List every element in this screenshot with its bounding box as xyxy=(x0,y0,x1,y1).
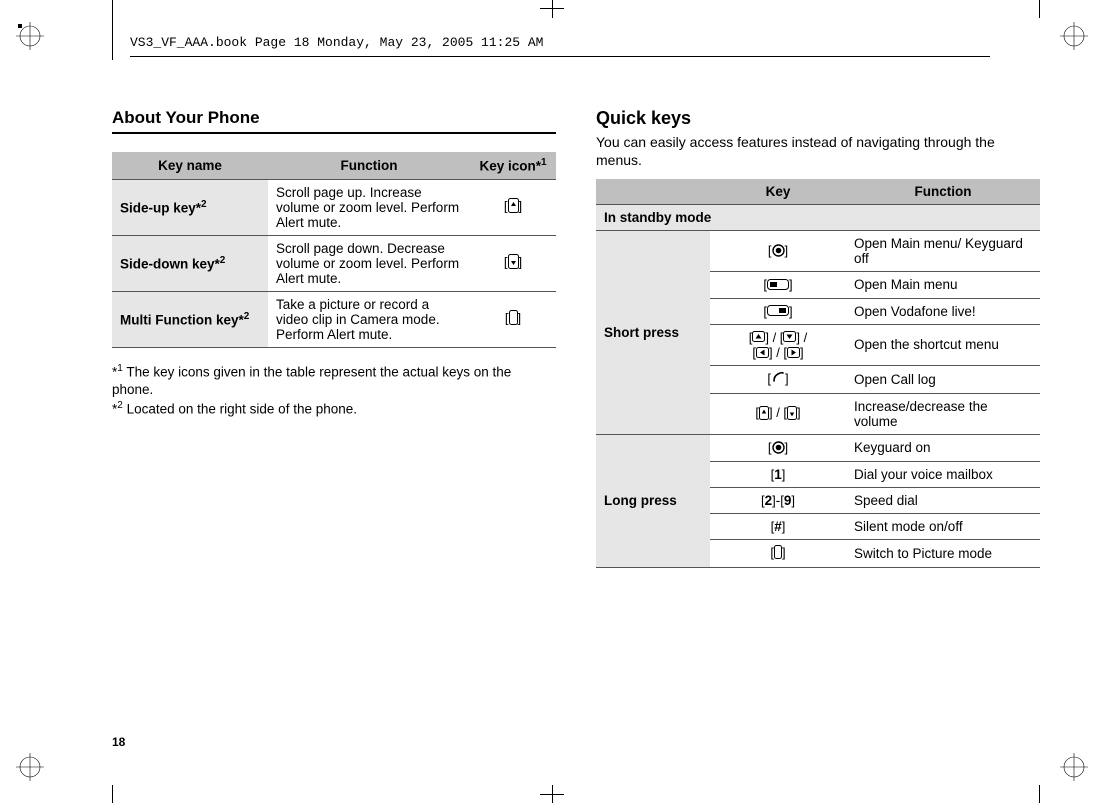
cell-side-down-fn: Scroll page down. Decrease volume or zoo… xyxy=(268,235,470,291)
crop-mark xyxy=(1039,0,1040,18)
multi-function-key-icon xyxy=(774,545,782,562)
fn-open-main: Open Main menu xyxy=(846,272,1040,298)
th-function: Function xyxy=(268,152,470,179)
crop-mark xyxy=(1039,785,1040,803)
crop-mark xyxy=(540,8,564,9)
key-right-soft: [] xyxy=(710,298,846,324)
pdf-header-line: VS3_VF_AAA.book Page 18 Monday, May 23, … xyxy=(130,35,974,57)
cell-side-up-key: Side-up key*2 xyxy=(112,179,268,235)
nav-down-icon xyxy=(783,331,796,345)
long-press-label: Long press xyxy=(596,434,710,567)
reg-mark-bottom-right xyxy=(1060,753,1088,781)
cell-side-up-fn: Scroll page up. Increase volume or zoom … xyxy=(268,179,470,235)
key-hash: [#] xyxy=(710,514,846,540)
cell-multifn-key: Multi Function key*2 xyxy=(112,291,268,347)
crop-mark xyxy=(112,0,113,60)
footnotes: *1 The key icons given in the table repr… xyxy=(112,362,556,420)
left-column: About Your Phone Key name Function Key i… xyxy=(112,108,556,568)
th-qk-key: Key xyxy=(710,179,846,205)
left-soft-key-icon xyxy=(767,279,789,293)
key-nav-arrows: [] / [] / [] / [] xyxy=(710,324,846,365)
volume-up-key-icon xyxy=(508,198,519,216)
nav-right-icon xyxy=(787,347,800,361)
key-function-table: Key name Function Key icon*1 Side-up key… xyxy=(112,152,556,348)
centre-key-icon xyxy=(772,441,785,457)
reg-mark-top-left xyxy=(16,22,44,50)
crop-mark xyxy=(540,794,564,795)
send-key-icon xyxy=(771,371,785,388)
centre-key-icon xyxy=(772,244,785,260)
cell-side-up-icon: [] xyxy=(470,179,556,235)
section-title: About Your Phone xyxy=(112,108,556,134)
th-qk-function: Function xyxy=(846,179,1040,205)
key-left-soft: [] xyxy=(710,272,846,298)
volume-up-key-icon xyxy=(759,406,769,423)
multi-function-key-icon xyxy=(509,310,518,328)
header-text: VS3_VF_AAA.book Page 18 Monday, May 23, … xyxy=(130,35,543,50)
key-volume-updown: [] / [] xyxy=(710,393,846,434)
quick-keys-title: Quick keys xyxy=(596,108,1040,129)
page-number: 18 xyxy=(112,735,125,749)
th-key-icon: Key icon*1 xyxy=(470,152,556,179)
key-send: [] xyxy=(710,366,846,394)
fn-call-log: Open Call log xyxy=(846,366,1040,394)
fn-keyguard-on: Keyguard on xyxy=(846,434,1040,461)
key-multifn-long: [] xyxy=(710,540,846,568)
key-2-9: [2]-[9] xyxy=(710,488,846,514)
nav-left-icon xyxy=(756,347,769,361)
volume-down-key-icon xyxy=(787,406,797,423)
key-centre-long: [] xyxy=(710,434,846,461)
cell-side-down-icon: [] xyxy=(470,235,556,291)
short-press-label: Short press xyxy=(596,231,710,434)
fn-silent-mode: Silent mode on/off xyxy=(846,514,1040,540)
cell-side-down-key: Side-down key*2 xyxy=(112,235,268,291)
right-soft-key-icon xyxy=(767,305,789,319)
fn-voicemail: Dial your voice mailbox xyxy=(846,462,1040,488)
mode-header-standby: In standby mode xyxy=(596,205,1040,231)
fn-shortcut-menu: Open the shortcut menu xyxy=(846,324,1040,365)
fn-picture-mode: Switch to Picture mode xyxy=(846,540,1040,568)
fn-open-vodafone: Open Vodafone live! xyxy=(846,298,1040,324)
quick-keys-desc: You can easily access features instead o… xyxy=(596,133,1040,169)
fn-open-main-keyguard: Open Main menu/ Keyguard off xyxy=(846,231,1040,272)
reg-mark-bottom-left xyxy=(16,753,44,781)
right-column: Quick keys You can easily access feature… xyxy=(596,108,1040,568)
cell-multifn-icon: [] xyxy=(470,291,556,347)
volume-down-key-icon xyxy=(508,254,519,272)
reg-mark-top-right xyxy=(1060,22,1088,50)
crop-mark xyxy=(552,0,553,18)
fn-volume: Increase/decrease the volume xyxy=(846,393,1040,434)
crop-mark xyxy=(112,785,113,803)
nav-up-icon xyxy=(752,331,765,345)
cell-multifn-fn: Take a picture or record a video clip in… xyxy=(268,291,470,347)
key-1: [1] xyxy=(710,462,846,488)
fn-speed-dial: Speed dial xyxy=(846,488,1040,514)
th-key-name: Key name xyxy=(112,152,268,179)
key-centre: [] xyxy=(710,231,846,272)
quick-keys-table: Key Function In standby mode Short press… xyxy=(596,179,1040,567)
